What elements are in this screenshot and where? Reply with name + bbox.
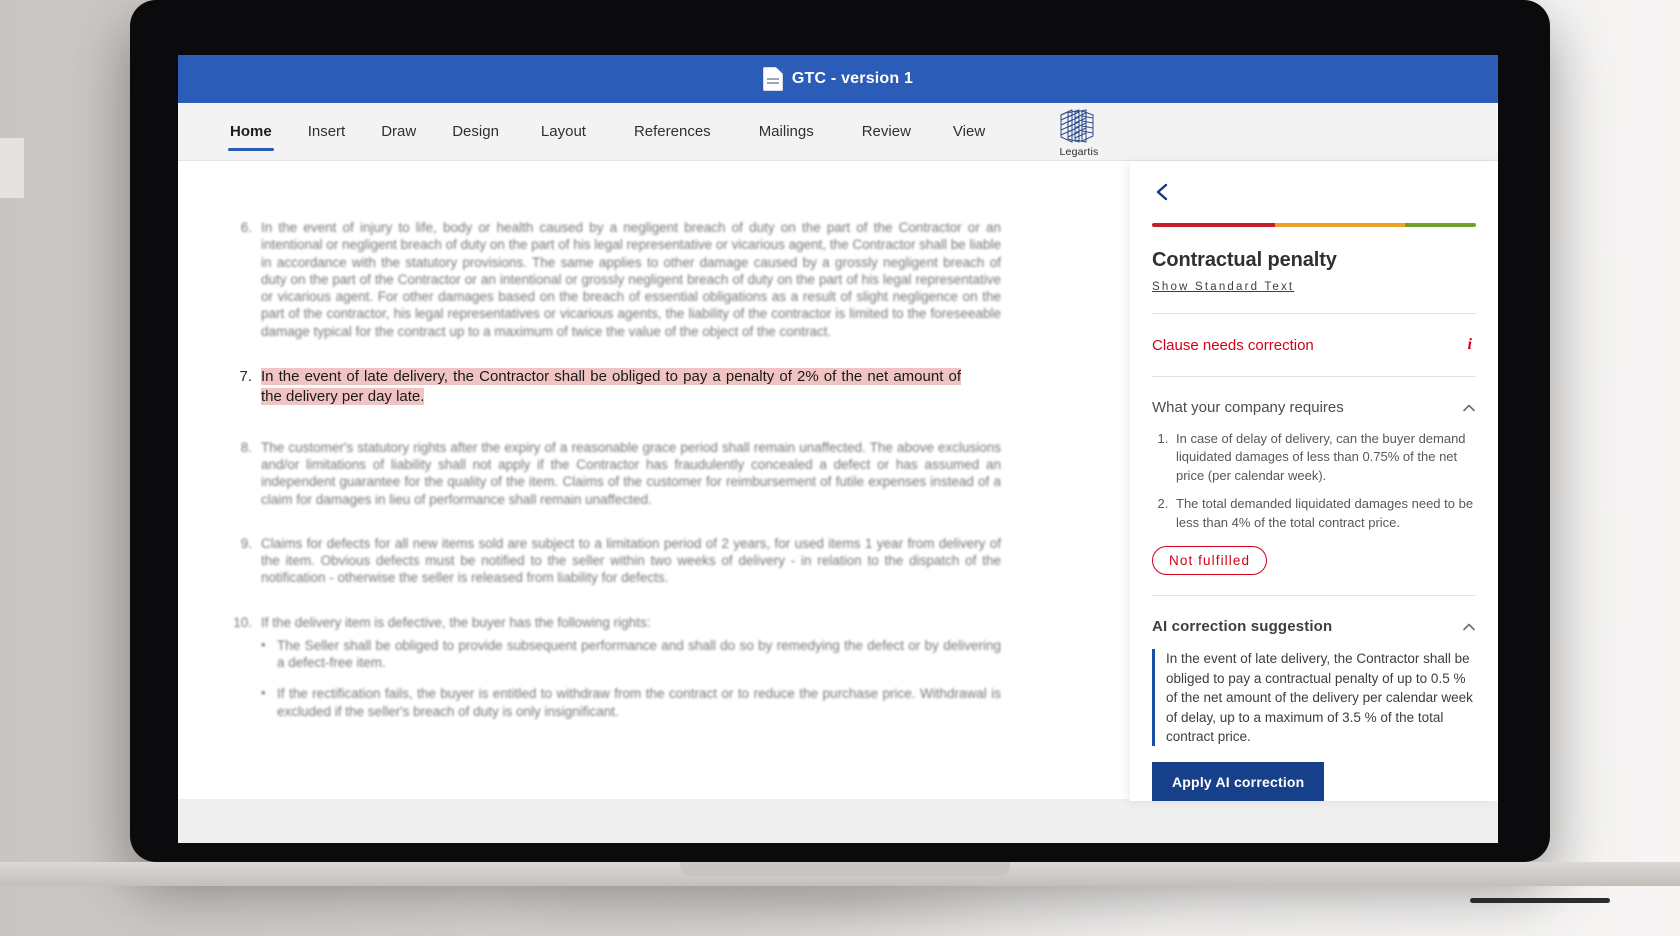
tab-layout[interactable]: Layout <box>519 103 608 161</box>
tab-home[interactable]: Home <box>214 103 288 161</box>
risk-score-bar <box>1152 223 1476 227</box>
tab-draw[interactable]: Draw <box>365 103 432 161</box>
chevron-up-icon[interactable] <box>1462 620 1476 634</box>
clause-status-row: Clause needs correction i <box>1152 332 1476 358</box>
bullet-icon: • <box>261 636 266 652</box>
highlighted-clause-text: In the event of late delivery, the Contr… <box>261 367 961 405</box>
chevron-up-icon[interactable] <box>1462 401 1476 415</box>
chevron-left-icon[interactable] <box>1152 181 1174 203</box>
list-item: • The Seller shall be obliged to provide… <box>261 637 1001 672</box>
tab-view[interactable]: View <box>937 103 1001 161</box>
tab-insert[interactable]: Insert <box>292 103 362 161</box>
paragraph-7-highlighted[interactable]: 7. In the event of late delivery, the Co… <box>230 367 1078 407</box>
ai-suggestion-section-header[interactable]: AI correction suggestion <box>1152 614 1476 637</box>
side-panel-container: Contractual penalty Show Standard Text C… <box>1130 161 1498 843</box>
document-icon <box>762 67 783 91</box>
divider <box>1152 313 1476 314</box>
tab-mailings[interactable]: Mailings <box>737 103 836 161</box>
list-item: • If the rectification fails, the buyer … <box>261 685 1001 720</box>
status-badge: Clause needs correction <box>1152 336 1314 354</box>
requirements-list: In case of delay of delivery, can the bu… <box>1152 430 1476 532</box>
paragraph-9: 9. Claims for defects for all new items … <box>230 535 1078 587</box>
ribbon-tab-list: Home Insert Draw Design Layout Reference… <box>178 103 1001 160</box>
paragraph-number: 7. <box>239 367 252 385</box>
page-bottom-edge <box>178 799 1130 821</box>
paragraph-text: In the event of injury to life, body or … <box>261 220 1001 339</box>
not-fulfilled-badge: Not fulfilled <box>1152 546 1268 576</box>
paragraph-text: If the delivery item is defective, the b… <box>261 614 651 630</box>
screen-content: GTC - version 1 Home Insert Draw Design … <box>178 55 1498 843</box>
list-item: The total demanded liquidated damages ne… <box>1172 495 1476 532</box>
legartis-brand-label: Legartis <box>1059 146 1099 158</box>
laptop-device: GTC - version 1 Home Insert Draw Design … <box>0 0 1680 903</box>
laptop-foot <box>1470 898 1610 903</box>
divider <box>1152 595 1476 597</box>
paragraph-10-bullets: • The Seller shall be obliged to provide… <box>261 637 1001 720</box>
list-item: In case of delay of delivery, can the bu… <box>1172 430 1476 485</box>
paragraph-8: 8. The customer's statutory rights after… <box>230 439 1078 508</box>
document-title: GTC - version 1 <box>791 70 914 87</box>
clause-review-panel: Contractual penalty Show Standard Text C… <box>1130 161 1498 801</box>
paragraph-text: Claims for defects for all new items sol… <box>261 535 1001 586</box>
apply-ai-correction-button[interactable]: Apply AI correction <box>1152 762 1325 801</box>
paragraph-number: 9. <box>240 535 252 551</box>
tab-references[interactable]: References <box>612 103 733 161</box>
ai-suggestion-text: In the event of late delivery, the Contr… <box>1152 649 1476 747</box>
ai-suggestion-heading: AI correction suggestion <box>1152 618 1333 636</box>
panel-back-row <box>1152 161 1476 223</box>
document-area: 6. In the event of injury to life, body … <box>178 161 1130 843</box>
laptop-notch <box>680 862 1010 876</box>
requirements-section-header[interactable]: What your company requires <box>1152 395 1476 418</box>
title-bar: GTC - version 1 <box>178 55 1498 103</box>
document-page: 6. In the event of injury to life, body … <box>178 161 1130 821</box>
info-icon[interactable]: i <box>1464 336 1476 354</box>
bullet-text: The Seller shall be obliged to provide s… <box>277 637 1001 671</box>
workspace: 6. In the event of injury to life, body … <box>178 161 1498 843</box>
paragraph-number: 8. <box>240 439 252 455</box>
legartis-brand[interactable]: Legartis <box>1038 109 1120 158</box>
paragraph-10: 10. If the delivery item is defective, t… <box>230 614 1078 720</box>
paragraph-number: 6. <box>240 220 252 235</box>
paragraph-text: The customer's statutory rights after th… <box>261 439 1001 507</box>
panel-title: Contractual penalty <box>1152 249 1337 271</box>
paragraph-number: 10. <box>233 614 252 630</box>
legartis-logo-icon <box>1056 109 1102 143</box>
paragraph-6: 6. In the event of injury to life, body … <box>230 219 1078 340</box>
score-segment-red <box>1152 223 1276 227</box>
divider <box>1152 376 1476 377</box>
ribbon-bar: Home Insert Draw Design Layout Reference… <box>178 103 1498 161</box>
score-segment-green <box>1404 223 1476 227</box>
tab-review[interactable]: Review <box>840 103 933 161</box>
bullet-text: If the rectification fails, the buyer is… <box>277 686 1001 719</box>
requirements-heading: What your company requires <box>1152 399 1344 416</box>
tab-design[interactable]: Design <box>436 103 515 161</box>
show-standard-text-link[interactable]: Show Standard Text <box>1152 281 1294 293</box>
background-edge <box>0 138 24 198</box>
bullet-icon: • <box>261 685 266 701</box>
score-segment-orange <box>1275 223 1405 227</box>
